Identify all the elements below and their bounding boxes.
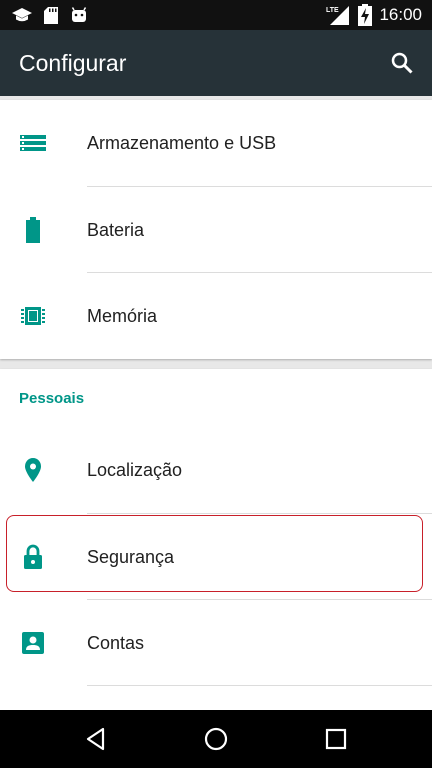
settings-item-storage[interactable]: Armazenamento e USB (0, 100, 432, 186)
graduation-cap-icon (12, 0, 32, 30)
settings-item-location[interactable]: Localização (0, 427, 432, 513)
navigation-bar (0, 710, 432, 768)
back-icon[interactable] (82, 725, 110, 753)
divider (87, 685, 432, 686)
battery-charging-icon (358, 0, 372, 30)
app-bar: Configurar (0, 30, 432, 96)
page-title: Configurar (19, 50, 127, 76)
storage-icon (19, 129, 47, 157)
settings-item-label: Armazenamento e USB (87, 133, 277, 153)
section-header-personal: Pessoais (19, 390, 85, 407)
settings-item-security[interactable]: Segurança (0, 514, 432, 600)
sd-card-icon (44, 0, 58, 30)
settings-item-memory[interactable]: Memória (0, 273, 432, 359)
settings-item-battery[interactable]: Bateria (0, 187, 432, 273)
personal-settings-card: Pessoais Localização Segurança Contas (0, 369, 432, 711)
settings-item-label: Memória (87, 306, 158, 326)
account-box-icon (19, 629, 47, 657)
android-icon (71, 0, 87, 30)
battery-icon (19, 216, 47, 244)
search-icon[interactable] (390, 51, 414, 75)
status-bar: LTE 16:00 (0, 0, 432, 30)
status-time: 16:00 (379, 5, 422, 24)
settings-item-accounts[interactable]: Contas (0, 600, 432, 686)
recents-icon[interactable] (322, 725, 350, 753)
settings-item-label: Contas (87, 633, 145, 653)
settings-item-label: Localização (87, 460, 183, 480)
settings-item-label: Segurança (87, 547, 175, 567)
location-pin-icon (19, 456, 47, 484)
lte-signal-icon: LTE (326, 0, 350, 30)
memory-icon (19, 302, 47, 330)
settings-item-label: Bateria (87, 220, 145, 240)
device-settings-card: Armazenamento e USB Bateria Memória (0, 100, 432, 359)
svg-text:LTE: LTE (326, 7, 339, 14)
home-icon[interactable] (202, 725, 230, 753)
lock-icon (19, 543, 47, 571)
